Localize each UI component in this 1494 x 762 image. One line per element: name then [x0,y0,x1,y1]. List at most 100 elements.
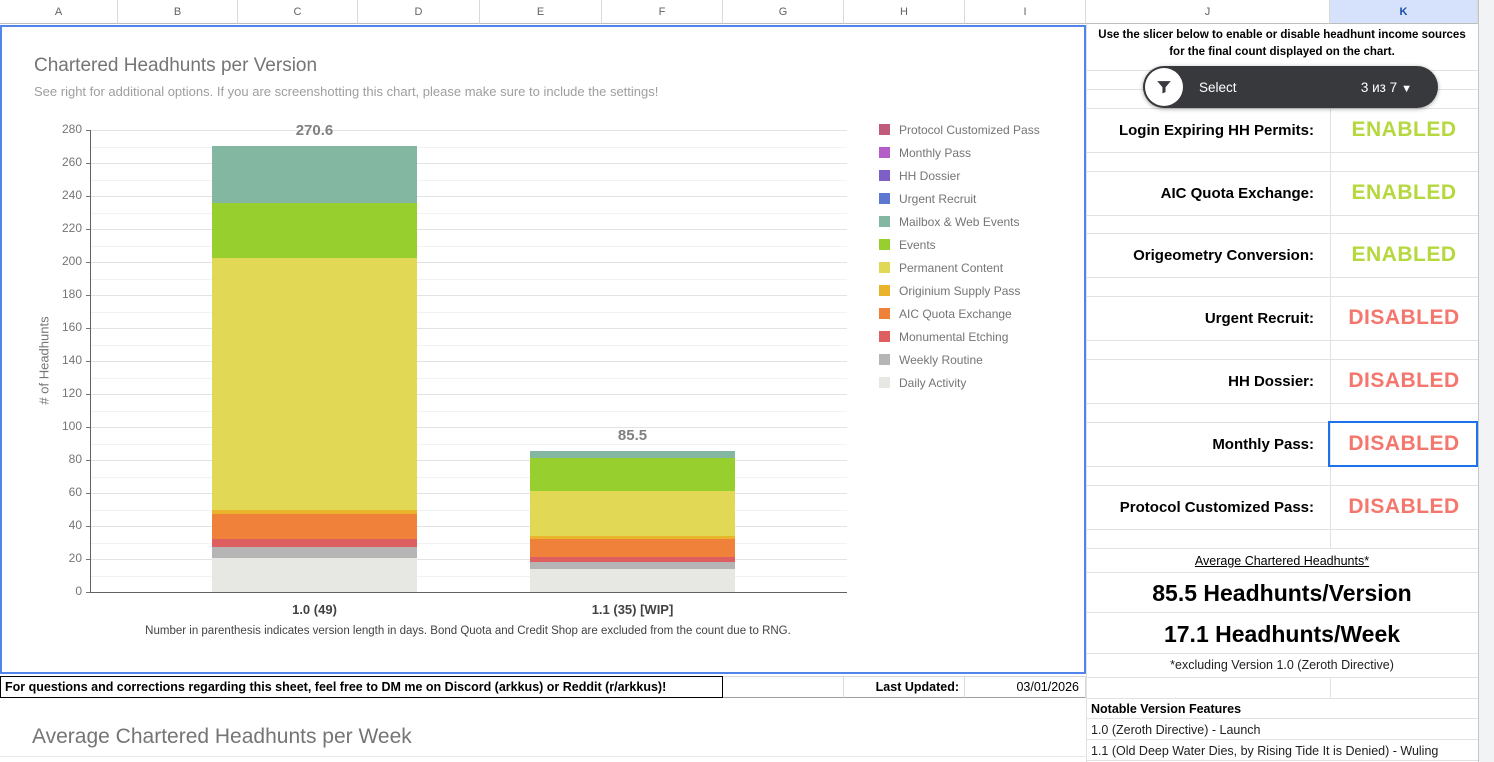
row-gridline [1086,548,1478,549]
chart-headhunts-per-version[interactable]: Chartered Headhunts per Version See righ… [0,25,1086,674]
empty-cell[interactable] [723,676,844,698]
chart-note: Number in parenthesis indicates version … [145,625,791,637]
column-header-a[interactable]: A [0,0,118,24]
bar-total-label: 85.5 [617,426,648,444]
headhunts-per-week-value[interactable]: 17.1 Headhunts/Week [1086,621,1478,648]
column-header-j[interactable]: J [1086,0,1330,24]
toggle-value-cell[interactable]: DISABLED [1330,359,1478,403]
legend-label: Urgent Recruit [899,192,977,206]
bar-segment [530,557,735,563]
toggle-label-cell[interactable]: Login Expiring HH Permits: [1086,108,1322,152]
column-header-f[interactable]: F [602,0,723,24]
x-axis-line [90,592,847,593]
y-tick-label: 280 [61,122,82,136]
chevron-down-icon: ▼ [1401,82,1412,95]
legend-swatch [879,308,890,319]
slicer-select-label: Select [1199,79,1237,95]
bar-segment [212,514,417,540]
chart2-title: Average Chartered Headhunts per Week [32,725,412,748]
row-gridline [1086,760,1478,761]
y-tick-label: 80 [68,452,82,466]
legend-swatch [879,124,890,135]
footer-message-cell[interactable]: For questions and corrections regarding … [0,676,723,698]
row-gridline [1086,718,1478,719]
y-tick-label: 100 [61,419,82,433]
slicer-instruction: Use the slicer below to enable or disabl… [1098,29,1466,58]
last-updated-value-cell[interactable]: 03/01/2026 [965,676,1086,698]
legend-label: HH Dossier [899,169,961,183]
summary-footnote: *excluding Version 1.0 (Zeroth Directive… [1170,658,1394,672]
column-header-h[interactable]: H [844,0,965,24]
notable-row[interactable]: 1.1 (Old Deep Water Dies, by Rising Tide… [1091,744,1438,758]
major-gridline [90,229,847,230]
row-gridline [1086,677,1478,678]
bar-total-label: 270.6 [295,121,334,139]
row-gridline [1086,653,1478,654]
legend-swatch [879,239,890,250]
bar-segment [212,539,417,548]
legend-swatch [879,285,890,296]
legend-label: Monumental Etching [899,330,1009,344]
x-category-label: 1.1 (35) [WIP] [591,602,674,617]
bar-segment [212,257,417,511]
column-header-d[interactable]: D [358,0,480,24]
major-gridline [90,163,847,164]
headhunts-per-version-value[interactable]: 85.5 Headhunts/Version [1086,580,1478,607]
column-header-i[interactable]: I [965,0,1086,24]
minor-gridline [90,311,847,313]
slicer[interactable]: Select 3 из 7 ▼ [1143,66,1438,108]
funnel-icon [1145,68,1183,106]
y-tick-label: 260 [61,155,82,169]
row-gridline [1086,340,1478,341]
column-header-b[interactable]: B [118,0,238,24]
row-gridline [1086,739,1478,740]
legend-label: Mailbox & Web Events [899,215,1020,229]
toggle-value-cell[interactable]: ENABLED [1330,171,1478,215]
toggle-value-cell[interactable]: DISABLED [1330,485,1478,529]
chart-avg-headhunts-per-week[interactable]: Average Chartered Headhunts per Week [0,699,1086,762]
legend-label: Protocol Customized Pass [899,123,1040,137]
legend-label: Permanent Content [899,261,1004,275]
selected-cell-outline [1328,421,1478,467]
row-gridline [1086,215,1478,216]
x-category-label: 1.0 (49) [292,602,337,617]
toggle-label-cell[interactable]: Urgent Recruit: [1086,296,1322,340]
y-tick-label: 220 [61,221,82,235]
toggle-value-cell[interactable]: DISABLED [1330,296,1478,340]
major-gridline [90,262,847,263]
row-gridline [1086,698,1478,699]
minor-gridline [90,212,847,214]
notable-row[interactable]: 1.0 (Zeroth Directive) - Launch [1091,723,1261,737]
slicer-count[interactable]: 3 из 7 ▼ [1361,80,1412,95]
major-gridline [90,295,847,296]
column-header-c[interactable]: C [238,0,358,24]
column-header-k[interactable]: K [1330,0,1478,24]
toggle-label-cell[interactable]: Origeometry Conversion: [1086,233,1322,277]
legend-label: Events [899,238,936,252]
legend-swatch [879,147,890,158]
toggle-label-cell[interactable]: HH Dossier: [1086,359,1322,403]
toggle-label-cell[interactable]: AIC Quota Exchange: [1086,171,1322,215]
scrollbar[interactable] [1478,0,1494,762]
toggle-value-cell[interactable]: ENABLED [1330,233,1478,277]
legend-label: Originium Supply Pass [899,284,1021,298]
avg-headhunts-title: Average Chartered Headhunts* [1194,554,1370,568]
legend-label: Daily Activity [899,376,967,390]
spreadsheet-app: { "sheet": { "column_headers": ["A","B",… [0,0,1494,762]
legend-swatch [879,262,890,273]
legend-swatch [879,216,890,227]
toggle-value-cell[interactable]: ENABLED [1330,108,1478,152]
y-axis-line [90,130,91,592]
last-updated-label-cell[interactable]: Last Updated: [844,676,965,698]
legend-label: Monthly Pass [899,146,972,160]
chart-subtitle: See right for additional options. If you… [34,84,659,99]
toggle-label-cell[interactable]: Monthly Pass: [1086,422,1322,466]
toggle-label-cell[interactable]: Protocol Customized Pass: [1086,485,1322,529]
column-gridline [1330,677,1331,698]
legend-swatch [879,193,890,204]
column-header-g[interactable]: G [723,0,844,24]
y-tick-label: 240 [61,188,82,202]
column-header-e[interactable]: E [480,0,602,24]
bar-segment [530,539,735,558]
y-tick-label: 40 [68,518,82,532]
